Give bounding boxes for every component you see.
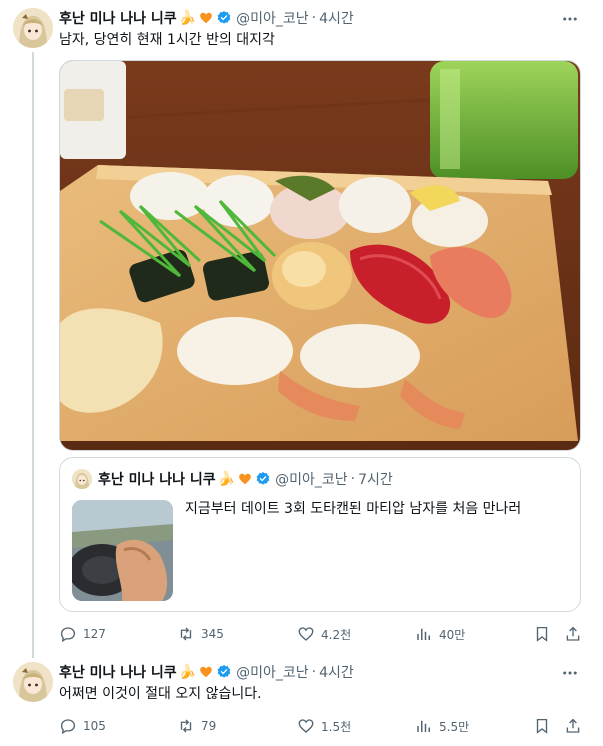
tweet-header: 후난 미나 나나 니쿠 🍌 @미아_코난 · 4시간 (59, 8, 354, 28)
reply-count: 105 (83, 719, 106, 733)
verified-badge-icon (256, 472, 270, 485)
share-button[interactable] (564, 624, 582, 644)
reply-button[interactable]: 127 (59, 624, 106, 644)
retweet-button[interactable]: 345 (177, 624, 224, 644)
retweet-button[interactable]: 79 (177, 716, 216, 736)
banana-emoji: 🍌 (178, 10, 197, 26)
orange-heart-icon (200, 12, 212, 24)
reply-icon (60, 627, 76, 643)
reply-button[interactable]: 105 (59, 716, 106, 736)
timestamp[interactable]: 4시간 (319, 8, 354, 28)
thread-line (32, 52, 34, 658)
quote-timestamp: 7시간 (358, 472, 393, 488)
tweet-actions: 127 345 4.2천 40만 (59, 624, 589, 644)
more-dots-icon[interactable] (561, 10, 579, 28)
views-count: 5.5만 (439, 719, 470, 734)
retweet-icon (180, 719, 192, 733)
share-icon (566, 626, 580, 641)
quote-avatar (72, 469, 92, 489)
like-icon (298, 719, 314, 733)
avatar[interactable] (13, 8, 53, 48)
reply-icon (60, 719, 76, 735)
reply-count: 127 (83, 627, 106, 641)
verified-badge-icon (217, 11, 231, 24)
separator-dot: · (350, 471, 356, 487)
banana-emoji: 🍌 (217, 471, 236, 487)
avatar[interactable] (13, 662, 53, 702)
retweet-count: 79 (201, 719, 217, 733)
quote-text: 지금부터 데이트 3회 도타캔된 마티압 남자를 처음 만나러 (185, 501, 522, 517)
like-icon (298, 627, 314, 641)
bookmark-icon (536, 718, 548, 734)
banana-emoji: 🍌 (178, 664, 197, 680)
like-count: 4.2천 (321, 627, 352, 642)
quote-tweet[interactable]: 후난 미나 나나 니쿠 🍌 @미아_코난 · 7시간 지금부터 데이트 3회 도… (59, 457, 581, 612)
tweet-header: 후난 미나 나나 니쿠 🍌 @미아_코난 · 4시간 (59, 662, 354, 682)
timestamp[interactable]: 4시간 (319, 662, 354, 682)
verified-badge-icon (217, 665, 231, 678)
quote-thumbnail (72, 500, 173, 601)
like-button[interactable]: 1.5천 (297, 716, 351, 736)
more-dots-icon[interactable] (561, 664, 579, 682)
like-count: 1.5천 (321, 719, 352, 734)
tweet-actions: 105 79 1.5천 5.5만 (59, 716, 589, 736)
quote-handle: @미아_코난 (275, 472, 348, 488)
tweet-text: 어쩌면 이것이 절대 오지 않습니다. (59, 686, 262, 702)
views-icon (417, 628, 430, 640)
bookmark-button[interactable] (533, 716, 551, 736)
share-icon (566, 718, 580, 733)
orange-heart-icon (239, 473, 251, 485)
bookmark-icon (536, 626, 548, 642)
tweet-1[interactable]: 후난 미나 나나 니쿠 🍌 @미아_코난 · 4시간 남자, 당연히 현재 1시… (0, 0, 603, 658)
retweet-count: 345 (201, 627, 224, 641)
views-icon (417, 720, 430, 732)
share-button[interactable] (564, 716, 582, 736)
quote-display-name: 후난 미나 나나 니쿠 (98, 472, 216, 488)
views-button[interactable]: 40만 (415, 624, 465, 644)
separator-dot: · (311, 664, 317, 680)
display-name[interactable]: 후난 미나 나나 니쿠 (59, 8, 177, 28)
handle[interactable]: @미아_코난 (236, 8, 309, 28)
tweet-2[interactable]: 후난 미나 나나 니쿠 🍌 @미아_코난 · 4시간 어쩌면 이것이 절대 오지… (0, 654, 603, 746)
tweet-text: 남자, 당연히 현재 1시간 반의 대지각 (59, 32, 275, 48)
views-count: 40만 (439, 627, 466, 642)
views-button[interactable]: 5.5만 (415, 716, 469, 736)
sushi-photo[interactable] (59, 60, 581, 451)
like-button[interactable]: 4.2천 (297, 624, 351, 644)
bookmark-button[interactable] (533, 624, 551, 644)
orange-heart-icon (200, 666, 212, 678)
quote-header: 후난 미나 나나 니쿠 🍌 @미아_코난 · 7시간 (98, 469, 393, 489)
retweet-icon (180, 627, 192, 641)
display-name[interactable]: 후난 미나 나나 니쿠 (59, 662, 177, 682)
handle[interactable]: @미아_코난 (236, 662, 309, 682)
separator-dot: · (311, 10, 317, 26)
